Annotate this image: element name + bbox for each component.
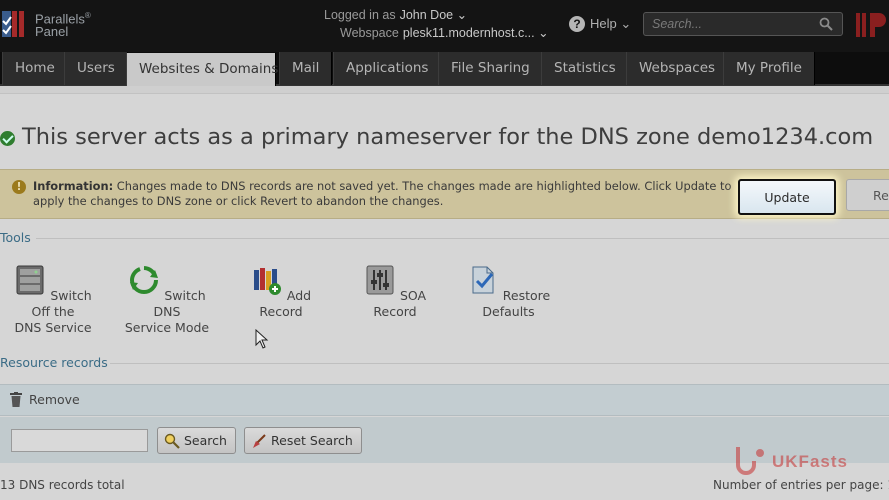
header-search [643,12,843,36]
logo-line2: Panel [35,24,69,40]
entries-per-page: Number of entries per page: 1 [713,478,889,492]
content-area: This server acts as a primary nameserver… [0,86,889,500]
tab-my-profile[interactable]: My Profile [723,52,815,85]
user-menu[interactable]: John Doe ⌄ [400,8,467,22]
logo-text: Parallels® Panel [35,9,91,38]
trash-icon [10,392,22,407]
tab-statistics[interactable]: Statistics [541,52,629,85]
sliders-icon [366,265,394,295]
refresh-icon [130,266,159,294]
soa-record-tool[interactable]: SOA Record [355,264,435,320]
tab-file-sharing[interactable]: File Sharing [438,52,543,85]
remove-button[interactable]: Remove [10,392,80,407]
add-record-tool[interactable]: Add Record [238,264,324,320]
question-icon: ? [569,16,585,32]
tab-users[interactable]: Users [64,52,128,85]
tab-webspaces[interactable]: Webspaces [626,52,729,85]
records-total: 13 DNS records total [0,478,125,492]
resource-records-heading: Resource records [0,355,108,370]
tab-home[interactable]: Home [2,52,68,85]
tool-label-line2: DNS Service [14,320,92,335]
reset-search-button[interactable]: Reset Search [244,427,362,454]
webspace-selector[interactable]: plesk11.modernhost.c... ⌄ [403,26,549,40]
webspace-info: Webspace plesk11.modernhost.c... ⌄ [340,25,549,40]
success-check-icon [0,131,15,146]
parallels-logo[interactable] [2,8,30,40]
help-menu[interactable]: ? Help ⌄ [569,16,631,32]
switch-dns-mode-tool[interactable]: Switch DNS Service Mode [120,264,214,336]
filter-input[interactable] [11,429,148,452]
resource-records-divider [110,363,889,364]
mouse-cursor-icon [255,329,269,349]
broom-icon [253,433,266,448]
login-info: Logged in as John Doe ⌄ [324,7,467,22]
parallels-logo-icon [2,11,24,37]
restore-defaults-tool[interactable]: Restore Defaults [455,264,562,320]
tools-divider [36,238,889,239]
ukfast-logo-icon [736,447,764,475]
watermark-text: UKFasts [772,452,848,471]
information-label: Information: [33,179,114,193]
document-check-icon [472,266,494,294]
tool-label-line1: Switch DNS [153,288,206,319]
revert-button[interactable]: Re [846,179,889,211]
records-toolbar: Remove [0,384,889,416]
main-navigation: Home Users Websites & Domains Mail Appli… [0,52,889,86]
reset-search-label: Reset Search [271,433,353,448]
page-title: This server acts as a primary nameserver… [22,124,874,150]
information-message-text: Changes made to DNS records are not save… [33,179,732,208]
help-label: Help ⌄ [590,16,632,31]
search-button-label: Search [184,433,227,448]
search-input[interactable] [644,13,809,35]
search-button[interactable]: Search [157,427,236,454]
content-top-strip [0,86,889,94]
top-header: Parallels® Panel Logged in as John Doe ⌄ … [0,0,889,52]
webspace-label: Webspace [340,26,399,40]
parallels-brand-icon [856,13,886,37]
information-text: Information: Changes made to DNS records… [33,179,743,208]
logged-in-label: Logged in as [324,8,396,22]
switch-off-dns-tool[interactable]: Switch Off the DNS Service [5,264,101,336]
logo-registered: ® [84,11,91,20]
tab-mail[interactable]: Mail [279,52,333,85]
tab-applications[interactable]: Applications [333,52,442,85]
search-icon[interactable] [819,17,833,31]
warning-icon: ! [12,180,26,194]
add-record-icon [253,268,281,295]
magnifier-icon [164,433,180,449]
tab-websites-domains[interactable]: Websites & Domains [126,53,278,86]
server-icon [16,265,44,295]
ukfast-watermark: UKFasts [730,445,880,475]
tools-heading: Tools [0,230,31,245]
update-button[interactable]: Update [738,179,836,215]
tool-label-line2: Service Mode [124,320,210,335]
remove-label: Remove [29,392,80,407]
